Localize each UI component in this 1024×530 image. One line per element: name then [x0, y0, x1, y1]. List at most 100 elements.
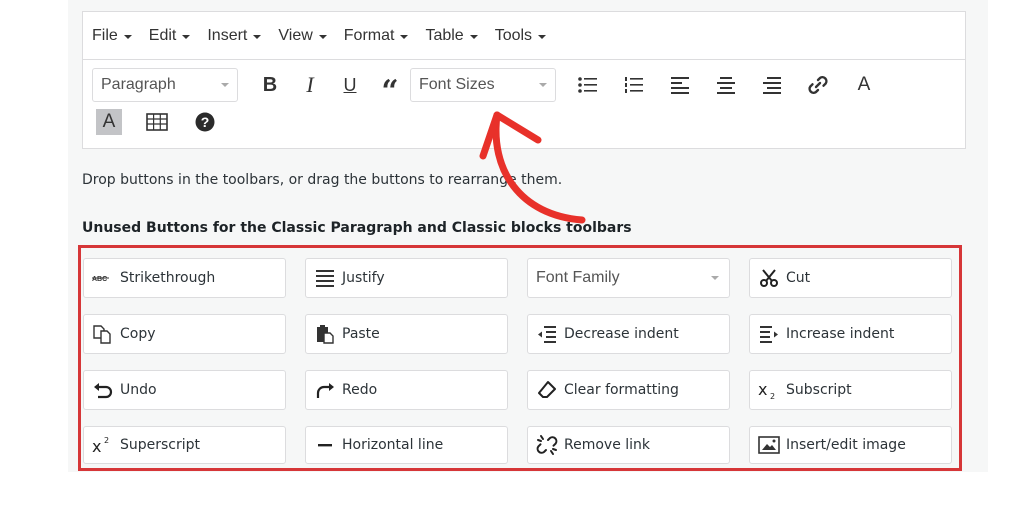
- eraser-icon: [536, 379, 558, 401]
- format-select[interactable]: Paragraph: [92, 68, 238, 102]
- outdent-icon: [536, 323, 558, 345]
- instruction-text: Drop buttons in the toolbars, or drag th…: [82, 172, 563, 188]
- italic-button[interactable]: I: [290, 68, 330, 102]
- copy-icon: [92, 323, 114, 345]
- underline-button[interactable]: U: [330, 68, 370, 102]
- menu-table[interactable]: Table: [425, 26, 478, 45]
- svg-text:ABC: ABC: [92, 276, 107, 283]
- table-icon: [146, 113, 168, 131]
- unused-button-superscript[interactable]: x2 Superscript: [83, 426, 286, 464]
- svg-text:x: x: [758, 380, 767, 399]
- caret-down-icon: [400, 34, 409, 39]
- chevron-down-icon: [221, 83, 229, 87]
- unused-button-insert-image[interactable]: Insert/edit image: [749, 426, 952, 464]
- unused-button-increase-indent[interactable]: Increase indent: [749, 314, 952, 354]
- button-label: Cut: [786, 270, 811, 286]
- menubar: File Edit Insert View Format Table Tools: [83, 12, 965, 60]
- table-button[interactable]: [144, 109, 170, 135]
- bold-button[interactable]: B: [250, 68, 290, 102]
- menu-label: Tools: [494, 26, 533, 44]
- subscript-icon: x2: [758, 379, 780, 401]
- align-center-button[interactable]: [706, 68, 746, 102]
- menu-format[interactable]: Format: [344, 27, 409, 45]
- help-button[interactable]: ?: [192, 109, 218, 135]
- align-center-icon: [717, 77, 735, 94]
- unused-button-clear-formatting[interactable]: Clear formatting: [527, 370, 730, 410]
- unused-button-cut[interactable]: Cut: [749, 258, 952, 298]
- menu-file[interactable]: File: [92, 27, 132, 45]
- format-select-value: Paragraph: [101, 76, 176, 93]
- button-label: Subscript: [786, 382, 852, 398]
- chevron-down-icon: [539, 83, 547, 87]
- toolbar-row-2: A ?: [96, 108, 240, 136]
- bold-icon: B: [262, 73, 278, 96]
- align-left-icon: [671, 77, 689, 94]
- menu-label: Insert: [207, 26, 248, 44]
- svg-text:2: 2: [770, 392, 775, 400]
- menu-label: Table: [425, 26, 464, 44]
- button-label: Font Family: [536, 269, 620, 286]
- image-icon: [758, 434, 780, 456]
- svg-text:x: x: [92, 437, 101, 455]
- menu-edit[interactable]: Edit: [149, 27, 191, 45]
- svg-text:?: ?: [201, 114, 210, 130]
- background-color-button[interactable]: A: [96, 109, 122, 135]
- button-label: Clear formatting: [564, 382, 679, 398]
- button-label: Paste: [342, 326, 380, 342]
- toolbar-row-1: Paragraph B I U “ Font Sizes A: [92, 68, 884, 109]
- quote-icon: “: [381, 73, 399, 109]
- menu-label: Format: [343, 26, 395, 44]
- unused-font-family-select[interactable]: Font Family: [527, 258, 730, 298]
- button-label: Superscript: [120, 437, 201, 453]
- background-color-icon: A: [102, 111, 116, 132]
- undo-icon: [92, 379, 114, 401]
- numbered-list-button[interactable]: [614, 68, 654, 102]
- button-label: Strikethrough: [120, 270, 216, 286]
- caret-down-icon: [538, 34, 547, 39]
- link-icon: [808, 76, 828, 94]
- chevron-down-icon: [711, 276, 719, 280]
- menu-view[interactable]: View: [278, 26, 327, 45]
- unused-button-justify[interactable]: Justify: [305, 258, 508, 298]
- unused-button-paste[interactable]: Paste: [305, 314, 508, 354]
- menu-label: View: [278, 26, 313, 44]
- redo-icon: [314, 379, 336, 401]
- unused-button-redo[interactable]: Redo: [305, 370, 508, 410]
- blockquote-button[interactable]: “: [370, 68, 410, 109]
- align-left-button[interactable]: [660, 68, 700, 102]
- align-right-icon: [763, 77, 781, 94]
- strikethrough-icon: ABC: [92, 267, 114, 289]
- italic-icon: I: [306, 72, 314, 97]
- caret-down-icon: [469, 34, 478, 39]
- unused-button-remove-link[interactable]: Remove link: [527, 426, 730, 464]
- link-button[interactable]: [798, 68, 838, 102]
- unused-buttons-heading: Unused Buttons for the Classic Paragraph…: [82, 220, 632, 236]
- scissors-icon: [758, 267, 780, 289]
- button-label: Justify: [342, 270, 385, 286]
- font-size-select[interactable]: Font Sizes: [410, 68, 556, 102]
- unused-button-undo[interactable]: Undo: [83, 370, 286, 410]
- unlink-icon: [536, 434, 558, 456]
- unused-button-subscript[interactable]: x2 Subscript: [749, 370, 952, 410]
- text-color-icon: A: [857, 74, 871, 95]
- button-label: Insert/edit image: [786, 437, 906, 453]
- justify-icon: [314, 267, 336, 289]
- horizontal-line-icon: [314, 434, 336, 456]
- help-icon: ?: [195, 112, 215, 132]
- unused-button-horizontal-line[interactable]: Horizontal line: [305, 426, 508, 464]
- align-right-button[interactable]: [752, 68, 792, 102]
- menu-insert[interactable]: Insert: [207, 26, 262, 45]
- unused-button-copy[interactable]: Copy: [83, 314, 286, 354]
- menu-tools[interactable]: Tools: [494, 26, 547, 45]
- paste-icon: [314, 323, 336, 345]
- unused-buttons-area[interactable]: ABC Strikethrough Justify Font Family Cu…: [78, 245, 962, 471]
- unused-button-decrease-indent[interactable]: Decrease indent: [527, 314, 730, 354]
- text-color-button[interactable]: A: [844, 68, 884, 102]
- superscript-icon: x2: [92, 434, 114, 456]
- caret-down-icon: [123, 34, 132, 39]
- unused-button-strikethrough[interactable]: ABC Strikethrough: [83, 258, 286, 298]
- button-label: Redo: [342, 382, 378, 398]
- svg-text:2: 2: [104, 436, 109, 445]
- button-label: Horizontal line: [342, 437, 444, 453]
- bulleted-list-button[interactable]: [568, 68, 608, 102]
